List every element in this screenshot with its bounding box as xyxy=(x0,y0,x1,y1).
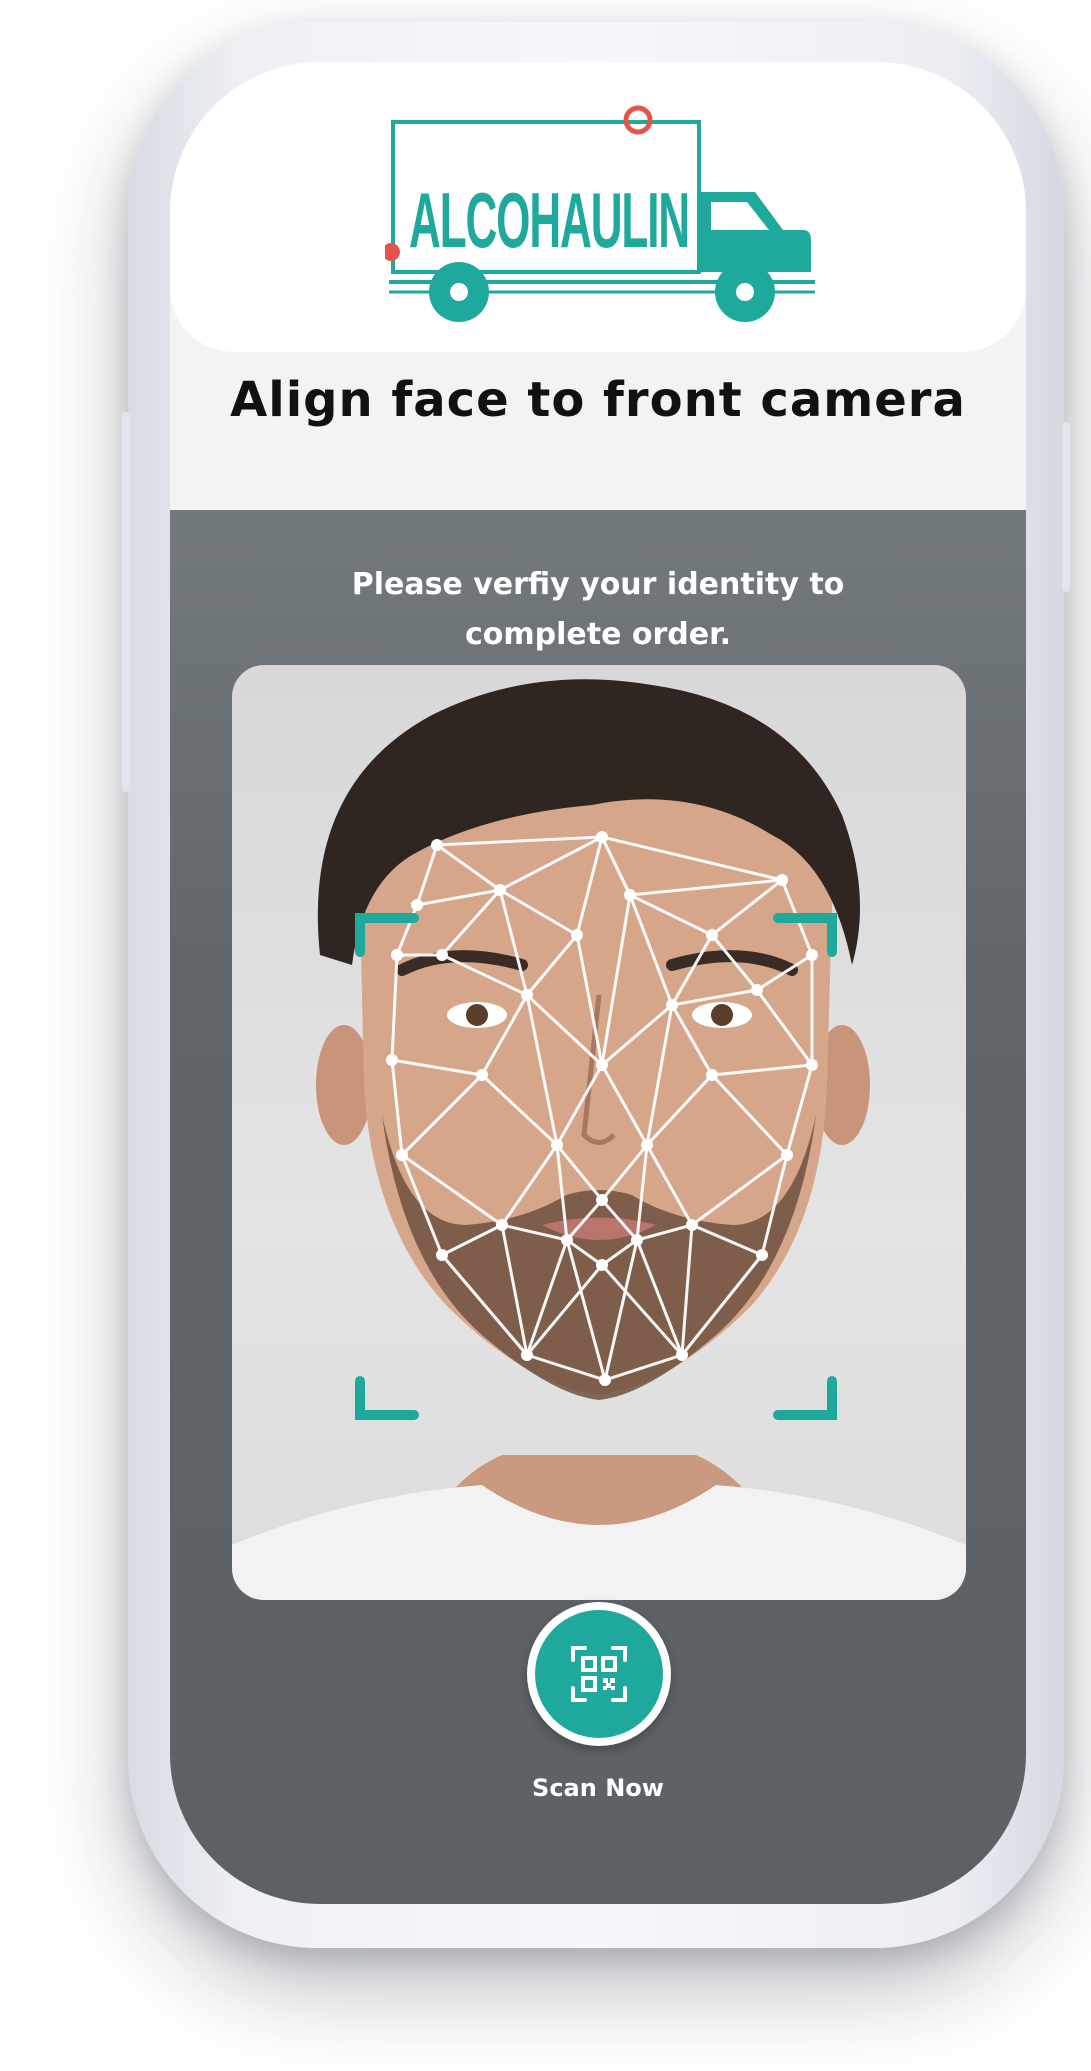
scan-button-inner xyxy=(535,1610,663,1738)
page-title: Align face to front camera xyxy=(230,372,966,428)
app-header: ALCOHAULIN xyxy=(170,62,1026,352)
app-screen: ALCOHAULIN Align face to front camera Pl… xyxy=(170,62,1026,1904)
logo-text: ALCOHAULIN xyxy=(409,176,689,264)
verification-prompt: Please verfiy your identity to complete … xyxy=(170,560,1026,660)
scan-now-button[interactable] xyxy=(527,1602,671,1746)
prompt-line-1: Please verfiy your identity to xyxy=(351,567,845,602)
scan-now-label: Scan Now xyxy=(532,1774,664,1802)
power-button xyxy=(1062,422,1070,592)
alcohaulin-logo: ALCOHAULIN xyxy=(385,105,815,322)
camera-preview xyxy=(232,665,966,1600)
prompt-line-2: complete order. xyxy=(464,617,732,652)
qr-code-icon xyxy=(571,1646,627,1702)
camera-panel: Please verfiy your identity to complete … xyxy=(170,510,1026,1904)
volume-button xyxy=(122,412,130,792)
